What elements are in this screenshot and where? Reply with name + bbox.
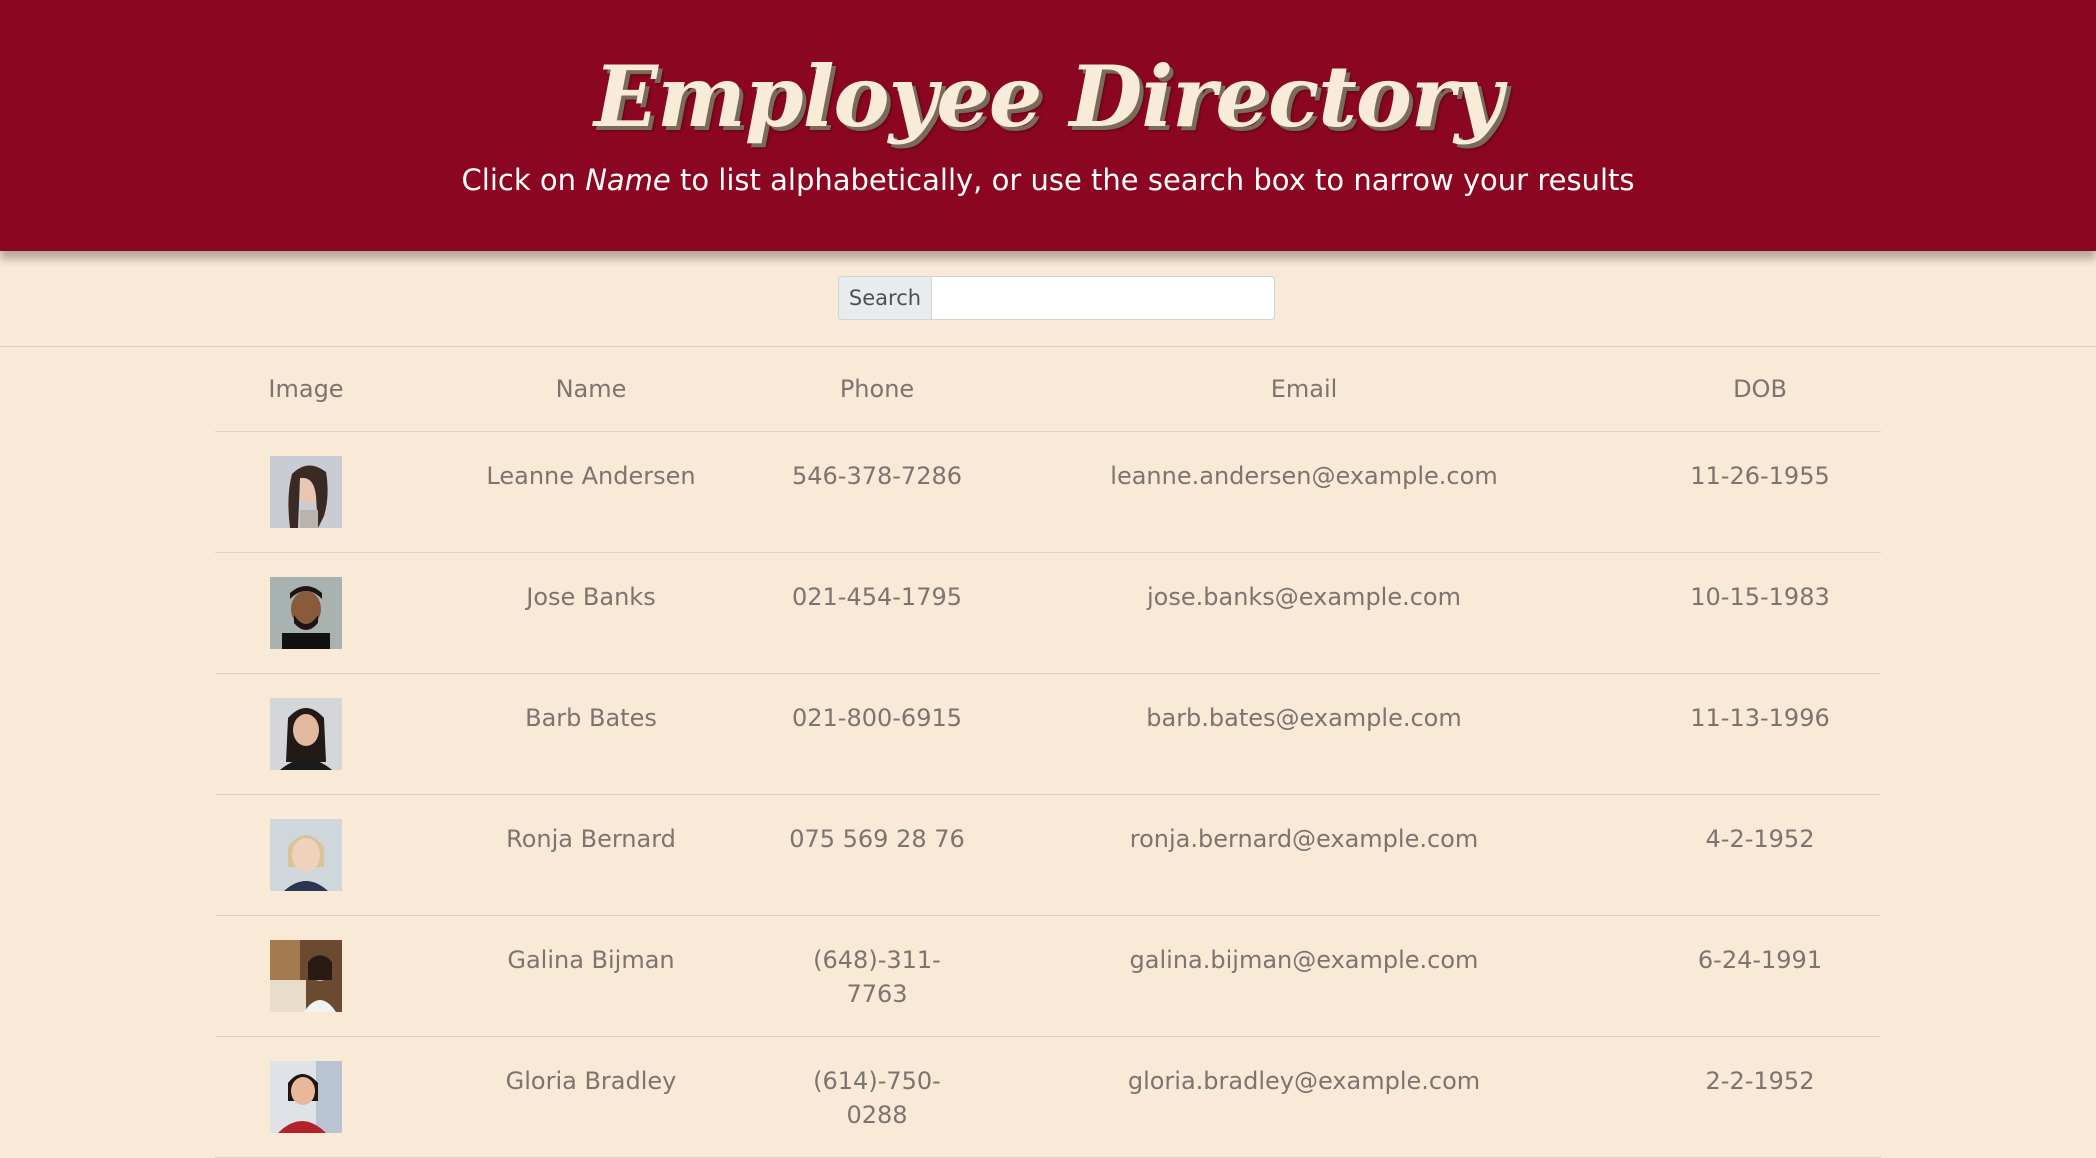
table-row: Jose Banks 021-454-1795 jose.banks@examp… — [215, 552, 1881, 674]
phone-cell: 546-378-7286 — [785, 431, 969, 553]
dob-cell: 10-15-1983 — [1639, 552, 1881, 674]
name-cell: Barb Bates — [397, 673, 785, 795]
column-header-phone: Phone — [785, 347, 969, 432]
column-header-image: Image — [215, 347, 397, 432]
employee-avatar — [270, 940, 342, 1012]
subtitle-text-end: to list alphabetically, or use the searc… — [670, 163, 1635, 197]
email-cell: galina.bijman@example.com — [969, 915, 1639, 1037]
image-cell — [215, 431, 397, 553]
email-cell: barb.bates@example.com — [969, 673, 1639, 795]
page-subtitle: Click on Name to list alphabetically, or… — [0, 160, 2096, 200]
dob-cell: 4-2-1952 — [1639, 794, 1881, 916]
subtitle-text-start: Click on — [461, 163, 586, 197]
phone-cell: 021-454-1795 — [785, 552, 969, 674]
employee-avatar — [270, 698, 342, 770]
page-title: Employee Directory — [593, 47, 1503, 146]
employee-avatar — [270, 577, 342, 649]
column-header-name[interactable]: Name — [397, 347, 785, 432]
dob-cell: 11-13-1996 — [1639, 673, 1881, 795]
dob-cell: 11-26-1955 — [1639, 431, 1881, 553]
table-header-row: Image Name Phone Email DOB — [215, 347, 1881, 432]
table-row: Leanne Andersen 546-378-7286 leanne.ande… — [215, 431, 1881, 553]
image-cell — [215, 1036, 397, 1158]
employee-avatar — [270, 819, 342, 891]
name-cell: Gloria Bradley — [397, 1036, 785, 1158]
email-cell: jose.banks@example.com — [969, 552, 1639, 674]
column-header-email: Email — [969, 347, 1639, 432]
image-cell — [215, 915, 397, 1037]
email-cell: leanne.andersen@example.com — [969, 431, 1639, 553]
table-row: Barb Bates 021-800-6915 barb.bates@examp… — [215, 673, 1881, 795]
employee-table: Image Name Phone Email DOB Leanne Anders… — [215, 347, 1881, 1158]
image-cell — [215, 794, 397, 916]
name-cell: Jose Banks — [397, 552, 785, 674]
email-cell: gloria.bradley@example.com — [969, 1036, 1639, 1158]
table-row: Ronja Bernard 075 569 28 76 ronja.bernar… — [215, 794, 1881, 916]
table-row: Galina Bijman (648)-311-7763 galina.bijm… — [215, 915, 1881, 1037]
phone-cell: (648)-311-7763 — [785, 915, 969, 1037]
search-label: Search — [838, 276, 931, 320]
dob-cell: 6-24-1991 — [1639, 915, 1881, 1037]
phone-cell: 075 569 28 76 — [785, 794, 969, 916]
table-row: Gloria Bradley (614)-750-0288 gloria.bra… — [215, 1036, 1881, 1158]
name-cell: Galina Bijman — [397, 915, 785, 1037]
phone-cell: 021-800-6915 — [785, 673, 969, 795]
email-cell: ronja.bernard@example.com — [969, 794, 1639, 916]
name-cell: Ronja Bernard — [397, 794, 785, 916]
subtitle-name-emphasis: Name — [585, 163, 671, 197]
image-cell — [215, 673, 397, 795]
column-header-dob: DOB — [1639, 347, 1881, 432]
phone-cell: (614)-750-0288 — [785, 1036, 969, 1158]
search-bar: Search — [838, 276, 1275, 320]
employee-avatar — [270, 456, 342, 528]
page-header: Employee Directory Click on Name to list… — [0, 0, 2096, 251]
employee-avatar — [270, 1061, 342, 1133]
dob-cell: 2-2-1952 — [1639, 1036, 1881, 1158]
image-cell — [215, 552, 397, 674]
search-input[interactable] — [931, 276, 1275, 320]
name-cell: Leanne Andersen — [397, 431, 785, 553]
